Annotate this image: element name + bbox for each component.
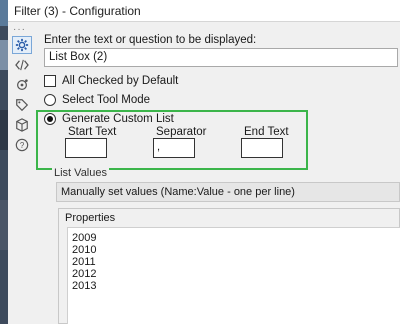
- end-text-input[interactable]: [241, 138, 283, 158]
- gear-icon[interactable]: [12, 36, 32, 54]
- all-checked-option[interactable]: All Checked by Default: [44, 75, 178, 87]
- generate-custom-list-label: Generate Custom List: [62, 113, 174, 125]
- prompt-label: Enter the text or question to be display…: [44, 34, 257, 46]
- config-content: Enter the text or question to be display…: [36, 22, 400, 324]
- help-icon[interactable]: ?: [12, 136, 32, 154]
- select-tool-mode-label: Select Tool Mode: [62, 94, 151, 106]
- list-item: 2009: [72, 232, 97, 244]
- list-item: 2011: [72, 256, 96, 268]
- properties-textarea[interactable]: 2009 2010 2011 2012 2013: [67, 227, 400, 324]
- list-item: 2013: [72, 280, 97, 292]
- rail-dots: ···: [13, 24, 26, 35]
- svg-text:?: ?: [20, 141, 25, 150]
- list-item: 2010: [72, 244, 97, 256]
- start-text-input[interactable]: [65, 138, 107, 158]
- select-tool-mode-radio[interactable]: [44, 94, 56, 106]
- separator-input[interactable]: ,: [153, 138, 195, 158]
- generate-custom-list-radio[interactable]: [44, 113, 56, 125]
- separator-label: Separator: [156, 126, 207, 138]
- tag-icon[interactable]: [12, 96, 32, 114]
- select-tool-mode-option[interactable]: Select Tool Mode: [44, 94, 150, 106]
- code-icon[interactable]: [12, 56, 32, 74]
- list-values-dropdown[interactable]: Manually set values (Name:Value - one pe…: [56, 182, 400, 202]
- window-title-bar: Filter (3) - Configuration: [8, 0, 400, 22]
- all-checked-checkbox[interactable]: [44, 75, 56, 87]
- end-text-label: End Text: [244, 126, 289, 138]
- window-title: Filter (3) - Configuration: [14, 4, 141, 18]
- generate-custom-list-option[interactable]: Generate Custom List: [44, 113, 174, 125]
- prompt-text-input[interactable]: List Box (2): [44, 48, 398, 67]
- list-item: 2012: [72, 268, 97, 280]
- config-icon-rail: ··· ?: [8, 22, 36, 324]
- background-app-strip: [0, 0, 8, 324]
- properties-panel: Properties 2009 2010 2011 2012 2013: [58, 208, 400, 324]
- all-checked-label: All Checked by Default: [62, 75, 179, 87]
- start-text-label: Start Text: [68, 126, 117, 138]
- connection-icon[interactable]: [12, 76, 32, 94]
- cube-icon[interactable]: [12, 116, 32, 134]
- list-values-label: List Values: [52, 167, 109, 179]
- properties-label: Properties: [65, 212, 116, 224]
